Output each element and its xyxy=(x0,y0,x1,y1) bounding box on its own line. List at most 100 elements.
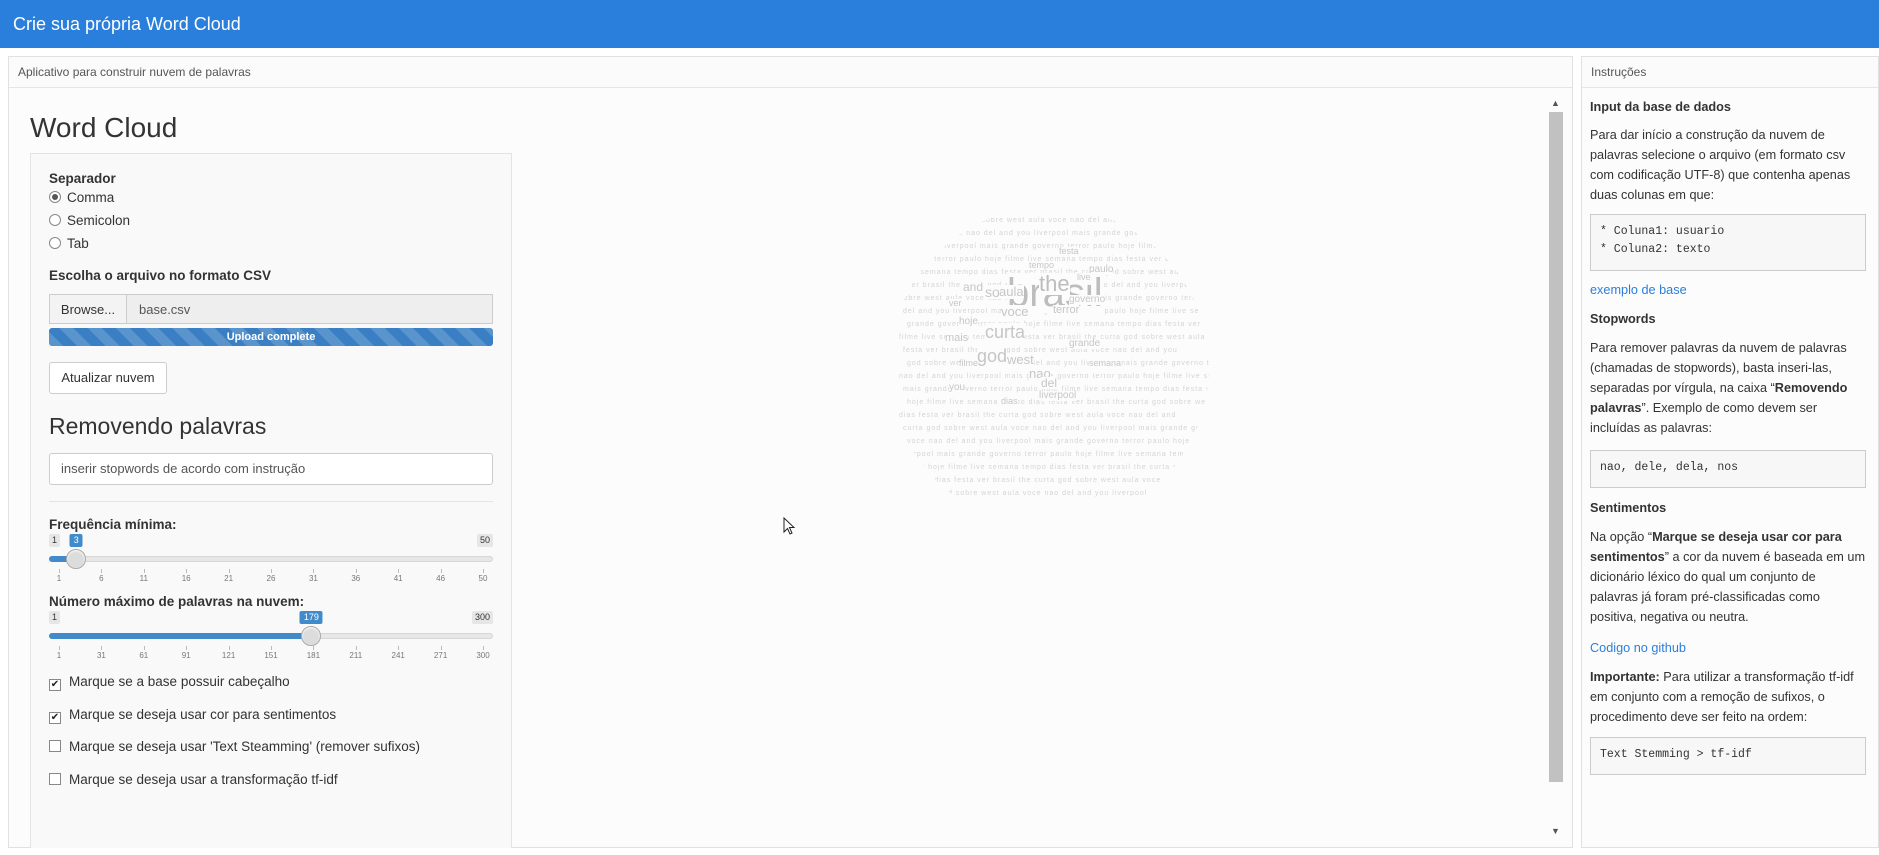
slider-tick-label: 271 xyxy=(433,651,448,660)
cloud-filler: west aula voce nao del and you liverpool… xyxy=(903,230,1209,237)
cloud-filler: paulo hoje filme live semana tempo dias … xyxy=(903,464,1209,471)
update-cloud-button[interactable]: Atualizar nuvem xyxy=(49,362,167,394)
slider-handle[interactable] xyxy=(66,549,87,569)
checkbox-label: Marque se a base possuir cabeçalho xyxy=(69,674,290,689)
remove-words-heading: Removendo palavras xyxy=(49,413,267,439)
slider-tick-mark xyxy=(101,646,103,650)
slider-tick-mark xyxy=(398,646,400,650)
slider-tick-mark xyxy=(355,646,357,650)
mouse-cursor-icon xyxy=(783,517,796,535)
scrollbar[interactable]: ▲ ▼ xyxy=(1548,98,1563,843)
slider-track[interactable] xyxy=(49,556,493,562)
cloud-filler: voce nao del and you liverpool mais gran… xyxy=(907,438,1209,445)
checkbox-label: Marque se deseja usar cor para sentiment… xyxy=(69,707,337,722)
radio-comma[interactable]: Comma xyxy=(49,189,114,207)
slider-tick-label: 31 xyxy=(308,574,318,583)
cloud-filler: curta god sobre west aula voce nao del a… xyxy=(903,425,1209,432)
cloud-word: hoje xyxy=(959,316,978,327)
slider-tick-label: 91 xyxy=(181,651,191,660)
browse-button[interactable]: Browse... xyxy=(49,294,127,324)
checkbox[interactable]: ✔ xyxy=(49,712,61,724)
cloud-word: semana xyxy=(1089,358,1122,368)
slider-tick-mark xyxy=(440,569,442,573)
file-label: Escolha o arquivo no formato CSV xyxy=(49,268,272,283)
cloud-word: festa xyxy=(1059,246,1079,256)
cloud-word: mais xyxy=(945,332,969,344)
file-name-field: base.csv xyxy=(127,294,493,324)
cloud-filler: dias festa ver brasil the curta god sobr… xyxy=(899,412,1177,419)
slider-tick-label: 16 xyxy=(181,574,191,583)
cloud-word: voce xyxy=(1001,304,1029,319)
slider-value-label: 3 xyxy=(69,534,83,547)
slider-min-label: 1 xyxy=(49,611,61,624)
slider-tick-label: 151 xyxy=(264,651,278,660)
slider-handle[interactable] xyxy=(301,626,322,646)
slider-tick-mark xyxy=(271,569,272,573)
cloud-word: dias xyxy=(1001,396,1018,406)
checkbox[interactable] xyxy=(49,773,61,785)
checkbox-sentiment[interactable]: ✔ Marque se deseja usar cor para sentimen… xyxy=(49,706,336,724)
slider-max-label: 300 xyxy=(471,611,493,624)
stopwords-input[interactable]: inserir stopwords de acordo com instruçã… xyxy=(49,453,493,485)
cloud-filler: god sobre west aula voce nao del and you… xyxy=(907,360,1209,367)
max-words-slider[interactable]: 1 300 179 1 31 61 91 121 151 181 211 241 271 300 xyxy=(49,611,493,671)
radio-button[interactable] xyxy=(49,214,61,226)
slider-tick-mark xyxy=(186,646,188,650)
example-base-link[interactable]: exemplo de base xyxy=(1590,280,1866,300)
min-frequency-label: Frequência mínima: xyxy=(49,517,177,532)
main-panel-title: Aplicativo para construir nuvem de palav… xyxy=(9,57,1572,88)
checkbox[interactable] xyxy=(49,740,61,752)
main-panel: Aplicativo para construir nuvem de palav… xyxy=(8,56,1573,848)
min-frequency-slider[interactable]: 1 50 3 1 6 11 16 21 26 31 36 41 46 50 xyxy=(49,534,493,594)
github-link[interactable]: Codigo no github xyxy=(1590,638,1866,658)
slider-tick-label: 6 xyxy=(99,574,104,583)
slider-min-label: 1 xyxy=(49,534,61,547)
checkbox-stemming[interactable]: Marque se deseja usar 'Text Steamming' (… xyxy=(49,738,420,756)
scrollbar-thumb[interactable] xyxy=(1549,112,1563,782)
controls-sidebar: Separador Comma Semicolon Tab Escolha o … xyxy=(30,153,512,848)
slider-tick-mark xyxy=(271,646,272,650)
cloud-word: aula xyxy=(999,284,1024,299)
cloud-word: west xyxy=(1007,352,1034,367)
cloud-word: grande xyxy=(1069,338,1101,349)
slider-tick-mark xyxy=(483,569,484,573)
slider-tick-label: 31 xyxy=(96,651,106,660)
cloud-filler: liverpool mais grande governo terror pau… xyxy=(899,451,1209,458)
slider-ticks: 1 31 61 91 121 151 181 211 241 271 300 xyxy=(57,646,490,666)
divider xyxy=(49,501,493,502)
input-heading: Input da base de dados xyxy=(1590,100,1731,114)
radio-tab[interactable]: Tab xyxy=(49,235,89,253)
word-cloud-image: brasil the curta god sobre west aula voc… xyxy=(889,207,1209,527)
instructions-panel: Instruções Input da base de dados Para d… xyxy=(1581,56,1879,848)
radio-button[interactable] xyxy=(49,237,61,249)
slider-tick-label: 50 xyxy=(478,574,488,583)
columns-code-block: * Coluna1: usuario * Coluna2: texto xyxy=(1590,214,1866,271)
input-text: Para dar início a construção da nuvem de… xyxy=(1590,128,1851,202)
scroll-down-arrow-icon[interactable]: ▼ xyxy=(1551,826,1560,836)
cloud-word: filme xyxy=(959,358,979,368)
page-title: Word Cloud xyxy=(30,112,178,143)
slider-value-label: 179 xyxy=(299,611,323,624)
app-title: Crie sua própria Word Cloud xyxy=(13,14,241,34)
cloud-word: paulo xyxy=(1089,264,1114,275)
sentiment-heading: Sentimentos xyxy=(1590,501,1667,515)
cloud-filler: the curta god sobre west aula voce nao d… xyxy=(899,490,1200,497)
cloud-word: liverpool xyxy=(1039,390,1077,401)
slider-tick-mark xyxy=(59,646,60,650)
cloud-word: terror xyxy=(1053,304,1080,316)
slider-tick-mark xyxy=(59,569,60,573)
separator-label: Separador xyxy=(49,171,116,186)
cloud-word: live xyxy=(1077,272,1091,282)
slider-tick-mark xyxy=(313,569,315,573)
scroll-up-arrow-icon[interactable]: ▲ xyxy=(1551,98,1560,108)
radio-semicolon-label: Semicolon xyxy=(67,213,131,228)
checkbox-header[interactable]: ✔ Marque se a base possuir cabeçalho xyxy=(49,673,290,691)
slider-tick-label: 26 xyxy=(266,574,276,583)
cloud-filler: brasil the curta god sobre west aula voc… xyxy=(899,217,1195,224)
checkbox[interactable]: ✔ xyxy=(49,679,61,691)
slider-tick-label: 61 xyxy=(139,651,149,660)
radio-button-checked[interactable] xyxy=(49,191,61,203)
radio-semicolon[interactable]: Semicolon xyxy=(49,212,130,230)
cloud-filler: tempo dias festa ver brasil the curta go… xyxy=(907,477,1195,484)
checkbox-tfidf[interactable]: Marque se deseja usar a transformação tf… xyxy=(49,771,338,789)
